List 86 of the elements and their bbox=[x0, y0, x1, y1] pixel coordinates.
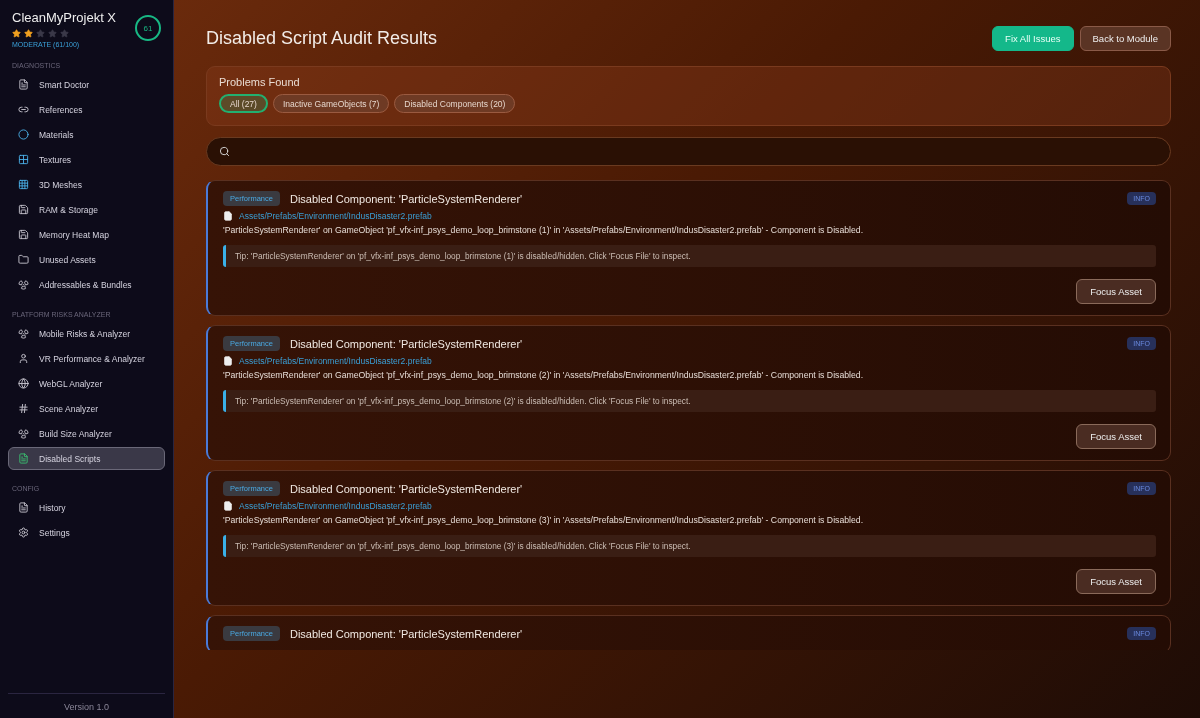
nav-label: History bbox=[39, 502, 66, 513]
nav-label: Unused Assets bbox=[39, 254, 96, 265]
nav-label: Materials bbox=[39, 129, 74, 140]
version-label: Version 1.0 bbox=[8, 693, 165, 718]
nav-item[interactable]: Disabled Scripts bbox=[8, 447, 165, 470]
search-field[interactable] bbox=[206, 137, 1171, 166]
document-icon bbox=[18, 502, 29, 513]
score-ring: 61 bbox=[135, 15, 161, 41]
file-path-link[interactable]: Assets/Prefabs/Environment/IndusDisaster2.prefab bbox=[239, 211, 432, 221]
tip-text: Tip: 'ParticleSystemRenderer' on 'pf_vfx-inf_psys_demo_loop_brimstone (2)' is disabled/hidden. Click 'Focus File' to inspect. bbox=[223, 390, 1156, 412]
app-name: CleanMyProjekt X bbox=[12, 10, 117, 25]
radiation-icon bbox=[18, 328, 29, 339]
issue-description: 'ParticleSystemRenderer' on GameObject 'pf_vfx-inf_psys_demo_loop_brimstone (2)' in 'Assets/Prefabs/Environment/IndusDisaster2.prefab' - Component is Disabled. bbox=[223, 370, 865, 380]
checker-icon bbox=[18, 154, 29, 165]
issue-title: Disabled Component: 'ParticleSystemRenderer' bbox=[289, 482, 524, 495]
nav-label: Build Size Analyzer bbox=[39, 428, 112, 439]
focus-asset-button[interactable]: Focus Asset bbox=[1076, 279, 1156, 304]
nav-label: Addressables & Bundles bbox=[39, 279, 132, 290]
focus-asset-button[interactable]: Focus Asset bbox=[1076, 424, 1156, 449]
file-icon bbox=[223, 211, 233, 221]
nav-item[interactable]: Build Size Analyzer bbox=[8, 422, 165, 445]
nav-label: VR Performance & Analyzer bbox=[39, 353, 145, 364]
nav-item[interactable]: VR Performance & Analyzer bbox=[8, 347, 165, 370]
star-icon bbox=[36, 29, 45, 38]
nav-item[interactable]: Unused Assets bbox=[8, 248, 165, 271]
person-icon bbox=[18, 353, 29, 364]
nav-label: Settings bbox=[39, 527, 70, 538]
nav-label: WebGL Analyzer bbox=[39, 378, 103, 389]
star-icon bbox=[48, 29, 57, 38]
floppy-icon bbox=[18, 229, 29, 240]
back-button[interactable]: Back to Module bbox=[1079, 26, 1171, 51]
star-icon bbox=[24, 29, 33, 38]
radiation-icon bbox=[18, 279, 29, 290]
nav-label: Mobile Risks & Analyzer bbox=[39, 328, 131, 339]
nav-item[interactable]: 3D Meshes bbox=[8, 173, 165, 196]
issue-title: Disabled Component: 'ParticleSystemRenderer' bbox=[289, 192, 524, 205]
nav-item[interactable]: History bbox=[8, 496, 165, 519]
focus-asset-button[interactable]: Focus Asset bbox=[1076, 569, 1156, 594]
nav-label: Memory Heat Map bbox=[39, 229, 109, 240]
filter-chip[interactable]: Inactive GameObjects (7) bbox=[272, 94, 390, 113]
link-icon bbox=[18, 104, 29, 115]
file-icon bbox=[223, 501, 233, 511]
star-icon bbox=[60, 29, 69, 38]
tip-text: Tip: 'ParticleSystemRenderer' on 'pf_vfx-inf_psys_demo_loop_brimstone (3)' is disabled/hidden. Click 'Focus File' to inspect. bbox=[223, 535, 1156, 557]
nav-label: Textures bbox=[39, 154, 72, 165]
nav-label: References bbox=[39, 104, 83, 115]
nav-label: Smart Doctor bbox=[39, 79, 90, 90]
page-title: Disabled Script Audit Results bbox=[206, 28, 438, 49]
settings-icon bbox=[18, 527, 29, 538]
nav-label: Disabled Scripts bbox=[39, 453, 101, 464]
nav-label: RAM & Storage bbox=[39, 204, 99, 215]
nav-item[interactable]: Addressables & Bundles bbox=[8, 273, 165, 296]
nav-label: 3D Meshes bbox=[39, 179, 82, 190]
issue-description: 'ParticleSystemRenderer' on GameObject 'pf_vfx-inf_psys_demo_loop_brimstone (1)' in 'Assets/Prefabs/Environment/IndusDisaster2.prefab' - Component is Disabled. bbox=[223, 225, 865, 235]
nav-item[interactable]: Textures bbox=[8, 148, 165, 171]
filter-chip[interactable]: All (27) bbox=[219, 94, 268, 113]
nav-item[interactable]: Smart Doctor bbox=[8, 73, 165, 96]
nav-item[interactable]: RAM & Storage bbox=[8, 198, 165, 221]
file-path-link[interactable]: Assets/Prefabs/Environment/IndusDisaster2.prefab bbox=[239, 501, 432, 511]
document-icon bbox=[18, 453, 29, 464]
issue-description: 'ParticleSystemRenderer' on GameObject 'pf_vfx-inf_psys_demo_loop_brimstone (3)' in 'Assets/Prefabs/Environment/IndusDisaster2.prefab' - Component is Disabled. bbox=[223, 515, 865, 525]
circle-icon bbox=[18, 129, 29, 140]
file-path-link[interactable]: Assets/Prefabs/Environment/IndusDisaster2.prefab bbox=[239, 356, 432, 366]
nav-item[interactable]: References bbox=[8, 98, 165, 121]
floppy-icon bbox=[18, 204, 29, 215]
radiation-icon bbox=[18, 428, 29, 439]
filter-chip[interactable]: Disabled Components (20) bbox=[394, 94, 516, 113]
star-icon bbox=[12, 29, 21, 38]
panel-title: Problems Found bbox=[219, 76, 301, 88]
document-icon bbox=[18, 79, 29, 90]
file-icon bbox=[223, 356, 233, 366]
nav-item[interactable]: Mobile Risks & Analyzer bbox=[8, 322, 165, 345]
nav-item[interactable]: Settings bbox=[8, 521, 165, 544]
search-icon bbox=[219, 146, 230, 157]
nav-label: Scene Analyzer bbox=[39, 403, 99, 414]
nav-item[interactable]: Memory Heat Map bbox=[8, 223, 165, 246]
globe-icon bbox=[18, 378, 29, 389]
tip-text: Tip: 'ParticleSystemRenderer' on 'pf_vfx-inf_psys_demo_loop_brimstone (1)' is disabled/hidden. Click 'Focus File' to inspect. bbox=[223, 245, 1156, 267]
grid-icon bbox=[18, 179, 29, 190]
hash-icon bbox=[18, 403, 29, 414]
issue-title: Disabled Component: 'ParticleSystemRenderer' bbox=[289, 337, 524, 350]
issue-title: Disabled Component: 'ParticleSystemRenderer' bbox=[289, 627, 524, 640]
nav-item[interactable]: Materials bbox=[8, 123, 165, 146]
nav-item[interactable]: WebGL Analyzer bbox=[8, 372, 165, 395]
folder-icon bbox=[18, 254, 29, 265]
nav-item[interactable]: Scene Analyzer bbox=[8, 397, 165, 420]
